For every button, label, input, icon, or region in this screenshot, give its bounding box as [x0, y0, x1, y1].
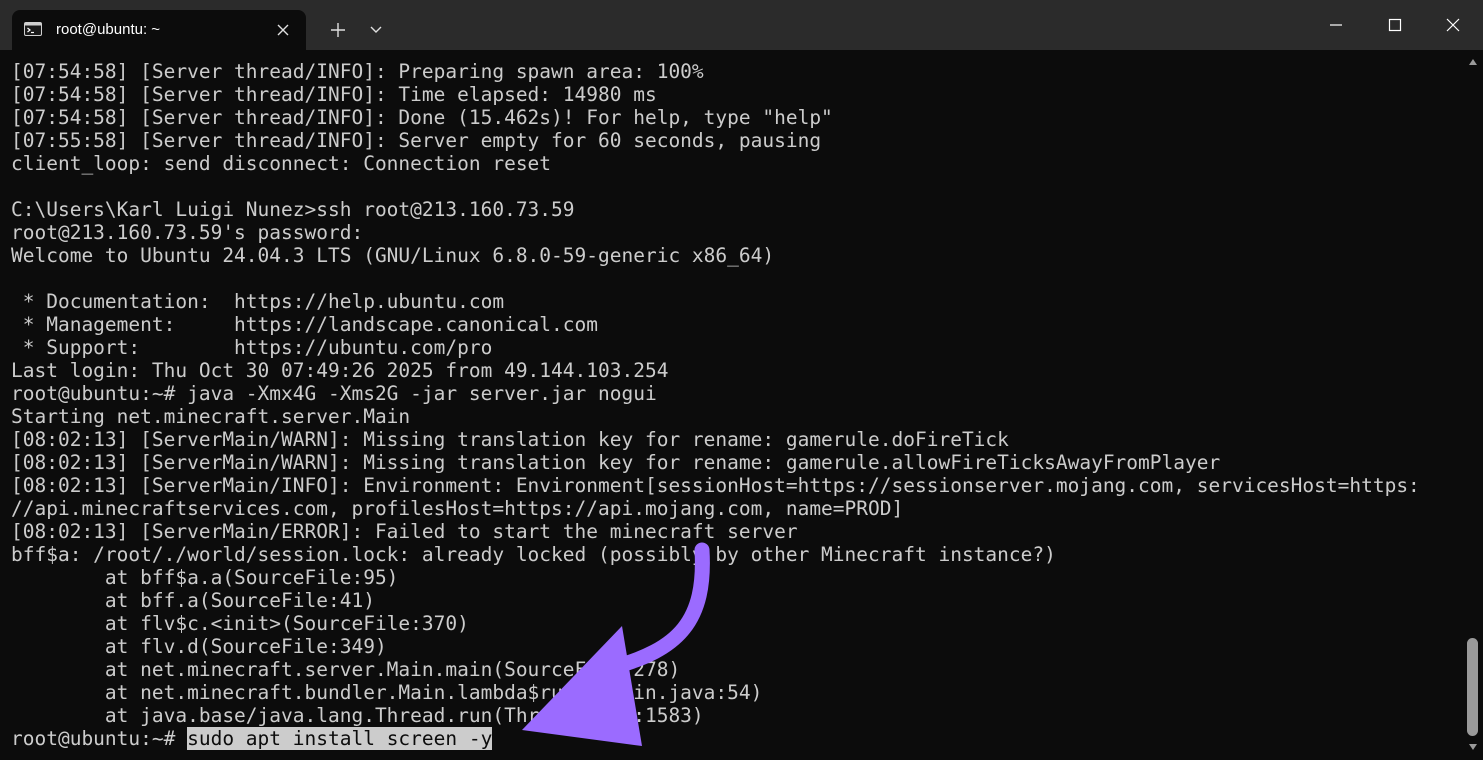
- terminal-line: at java.base/java.lang.Thread.run(Thread…: [11, 704, 704, 727]
- scroll-down-arrow-icon[interactable]: [1468, 743, 1478, 751]
- current-command-input[interactable]: sudo apt install screen -y: [187, 727, 493, 750]
- terminal-line: Welcome to Ubuntu 24.04.3 LTS (GNU/Linux…: [11, 244, 775, 267]
- tab-root-ubuntu[interactable]: root@ubuntu: ~: [12, 10, 306, 50]
- terminal-line: * Management: https://landscape.canonica…: [11, 313, 598, 336]
- terminal-line: root@ubuntu:~# java -Xmx4G -Xms2G -jar s…: [11, 382, 657, 405]
- vertical-scrollbar[interactable]: [1462, 50, 1483, 760]
- terminal-line: * Documentation: https://help.ubuntu.com: [11, 290, 505, 313]
- close-window-button[interactable]: [1430, 0, 1476, 50]
- maximize-button[interactable]: [1372, 0, 1418, 50]
- terminal-line: [07:54:58] [Server thread/INFO]: Done (1…: [11, 106, 833, 129]
- shell-prompt: root@ubuntu:~#: [11, 727, 188, 750]
- terminal-line: [07:54:58] [Server thread/INFO]: Prepari…: [11, 60, 704, 83]
- terminal-output[interactable]: [07:54:58] [Server thread/INFO]: Prepari…: [0, 50, 1462, 760]
- terminal-line: [07:54:58] [Server thread/INFO]: Time el…: [11, 83, 657, 106]
- terminal-line: [08:02:13] [ServerMain/WARN]: Missing tr…: [11, 451, 1221, 474]
- terminal-line: [08:02:13] [ServerMain/WARN]: Missing tr…: [11, 428, 1009, 451]
- tab-dropdown-button[interactable]: [362, 14, 390, 46]
- terminal-line: root@213.160.73.59's password:: [11, 221, 364, 244]
- command-prompt-line[interactable]: root@ubuntu:~# sudo apt install screen -…: [11, 727, 1420, 750]
- minimize-icon: [1330, 24, 1342, 26]
- terminal-line: //api.minecraftservices.com, profilesHos…: [11, 497, 904, 520]
- chevron-down-icon: [362, 26, 390, 50]
- scroll-thumb[interactable]: [1467, 638, 1478, 736]
- tab-close-icon[interactable]: [274, 21, 292, 39]
- terminal-icon: [24, 22, 42, 36]
- title-bar: root@ubuntu: ~: [0, 0, 1483, 50]
- terminal-line: at flv.d(SourceFile:349): [11, 635, 387, 658]
- scroll-up-arrow-icon[interactable]: [1468, 58, 1478, 66]
- plus-icon: [322, 23, 354, 50]
- maximize-icon: [1388, 18, 1402, 32]
- terminal-line: [08:02:13] [ServerMain/ERROR]: Failed to…: [11, 520, 798, 543]
- terminal-line: client_loop: send disconnect: Connection…: [11, 152, 552, 175]
- terminal-line: [07:55:58] [Server thread/INFO]: Server …: [11, 129, 822, 152]
- terminal-line: C:\Users\Karl Luigi Nunez>ssh root@213.1…: [11, 198, 575, 221]
- terminal-line: Last login: Thu Oct 30 07:49:26 2025 fro…: [11, 359, 669, 382]
- terminal-line: [08:02:13] [ServerMain/INFO]: Environmen…: [11, 474, 1420, 497]
- terminal-window: root@ubuntu: ~ [07:54:58] [Server thread…: [0, 0, 1483, 760]
- terminal-line: at net.minecraft.server.Main.main(Source…: [11, 658, 681, 681]
- terminal-line: bff$a: /root/./world/session.lock: alrea…: [11, 543, 1056, 566]
- terminal-line: Starting net.minecraft.server.Main: [11, 405, 411, 428]
- tab-title: root@ubuntu: ~: [56, 21, 161, 38]
- terminal-line: at flv$c.<init>(SourceFile:370): [11, 612, 469, 635]
- terminal-lines: [07:54:58] [Server thread/INFO]: Prepari…: [11, 60, 1420, 750]
- minimize-button[interactable]: [1313, 0, 1359, 50]
- terminal-line: * Support: https://ubuntu.com/pro: [11, 336, 493, 359]
- terminal-line: at net.minecraft.bundler.Main.lambda$run…: [11, 681, 763, 704]
- terminal-line: at bff.a(SourceFile:41): [11, 589, 375, 612]
- terminal-line: at bff$a.a(SourceFile:95): [11, 566, 399, 589]
- new-tab-button[interactable]: [322, 14, 354, 46]
- close-icon: [1446, 18, 1460, 32]
